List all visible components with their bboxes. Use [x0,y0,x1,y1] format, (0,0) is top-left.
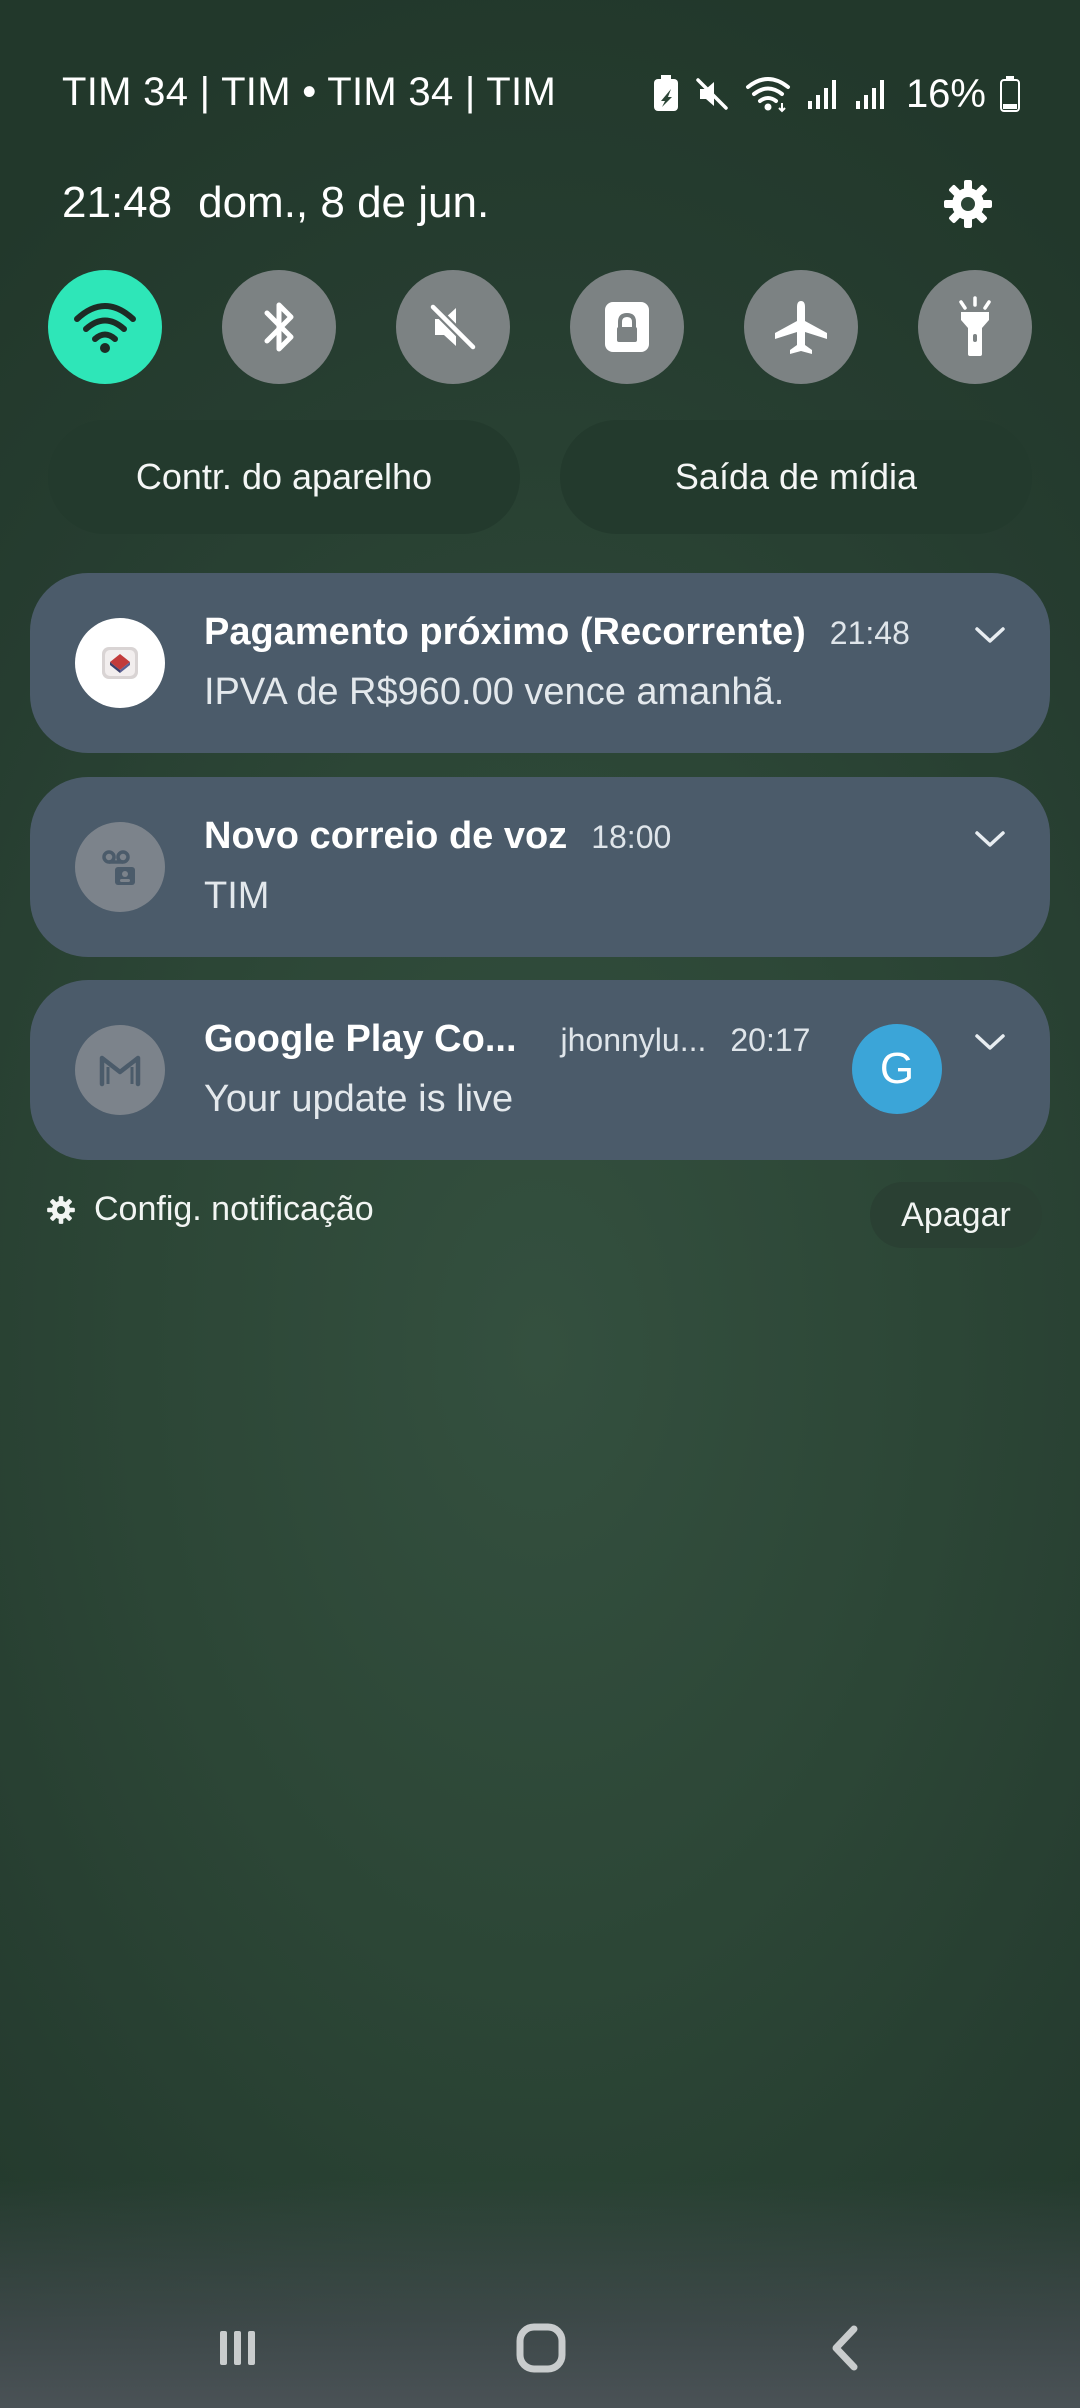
recents-button[interactable] [198,2316,278,2380]
wifi-icon [744,75,792,113]
home-button[interactable] [501,2316,581,2380]
expand-button[interactable] [970,615,1010,655]
signal-sim2-icon [854,77,888,111]
notification-voicemail[interactable]: Novo correio de voz 18:00 TIM [30,777,1050,957]
device-control-button[interactable]: Contr. do aparelho [48,420,520,534]
status-bar: TIM 34 | TIM • TIM 34 | TIM 16% [0,0,1080,190]
bluetooth-icon [264,302,294,352]
notification-body: TIM [204,875,270,917]
settings-button[interactable] [940,176,996,232]
quick-toggles [48,270,1032,384]
notification-time: 20:17 [730,1022,811,1058]
voicemail-icon [75,822,165,912]
toggle-rotation-lock[interactable] [570,270,684,384]
back-icon [832,2325,858,2371]
signal-sim1-icon [806,77,840,111]
battery-percent: 16% [905,71,986,116]
notification-account: jhonnylu... [560,1022,707,1058]
mute-icon [429,303,477,351]
recents-icon [220,2331,255,2365]
notification-header: Pagamento próximo (Recorrente) 21:48 [204,611,910,654]
expand-button[interactable] [970,1022,1010,1062]
gear-icon [944,180,992,228]
notification-body: IPVA de R$960.00 vence amanhã. [204,671,785,713]
mute-icon [694,76,730,112]
datetime-row: 21:48 dom., 8 de jun. [62,178,489,228]
date[interactable]: dom., 8 de jun. [198,178,489,228]
notification-title: Pagamento próximo (Recorrente) [204,611,806,653]
chevron-down-icon [975,627,1005,643]
home-icon [516,2323,566,2373]
notification-title: Novo correio de voz [204,815,568,857]
notification-settings-button[interactable]: Config. notificação [46,1190,374,1229]
toggle-bluetooth[interactable] [222,270,336,384]
back-button[interactable] [804,2316,884,2380]
battery-saver-icon [652,75,680,113]
notification-gmail[interactable]: Google Play Co... jhonnylu... 20:17 Your… [30,980,1050,1160]
notification-header: Novo correio de voz 18:00 [204,815,671,858]
gear-icon [47,1195,75,1224]
notification-payment[interactable]: Pagamento próximo (Recorrente) 21:48 IPV… [30,573,1050,753]
carrier-text: TIM 34 | TIM • TIM 34 | TIM [62,70,557,114]
toggle-wifi[interactable] [48,270,162,384]
payment-app-icon [75,618,165,708]
notification-body: Your update is live [204,1078,514,1120]
avatar: G [852,1024,942,1114]
notification-header: Google Play Co... jhonnylu... 20:17 [204,1018,810,1061]
chevron-down-icon [975,1034,1005,1050]
chevron-down-icon [975,831,1005,847]
lock-icon [605,302,649,352]
notification-title: Google Play Co... [204,1018,517,1060]
gmail-icon [75,1025,165,1115]
clear-all-button[interactable]: Apagar [870,1182,1042,1248]
clock[interactable]: 21:48 [62,178,172,228]
airplane-icon [775,301,827,354]
navigation-bar [0,2290,1080,2400]
wifi-icon [74,303,136,353]
toggle-flashlight[interactable] [918,270,1032,384]
toggle-sound[interactable] [396,270,510,384]
notification-time: 18:00 [591,819,672,855]
media-output-button[interactable]: Saída de mídia [560,420,1032,534]
flashlight-icon [959,296,991,356]
toggle-airplane[interactable] [744,270,858,384]
notification-time: 21:48 [829,615,910,651]
battery-icon [1000,76,1020,112]
expand-button[interactable] [970,819,1010,859]
notification-settings-label: Config. notificação [94,1190,374,1228]
status-icons: 16% [652,66,1020,122]
